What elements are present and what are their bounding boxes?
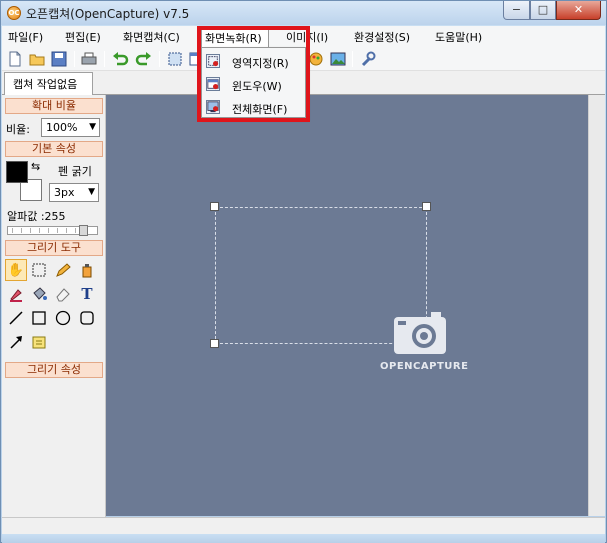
title-bar: OC 오픈캡쳐(OpenCapture) v7.5 − □ ✕ xyxy=(1,1,606,25)
vertical-scrollbar[interactable] xyxy=(588,95,605,516)
menu-settings[interactable]: 환경설정(S) xyxy=(354,29,410,45)
draw-props-section-header: 그리기 속성 xyxy=(5,362,103,378)
slider-tick xyxy=(21,228,22,233)
close-button[interactable]: ✕ xyxy=(556,1,601,20)
ellipse-tool-icon[interactable] xyxy=(52,307,74,329)
pen-width-value: 3px xyxy=(54,186,75,199)
slider-tick xyxy=(12,228,13,233)
toolbar-separator xyxy=(352,51,353,67)
foreground-color-swatch[interactable] xyxy=(6,161,28,183)
marker-tool-icon[interactable] xyxy=(5,283,27,305)
spray-tool-icon[interactable] xyxy=(76,259,98,281)
toolbar-separator xyxy=(74,51,75,67)
rounded-rectangle-tool-icon[interactable] xyxy=(76,307,98,329)
tools-section-header: 그리기 도구 xyxy=(5,240,103,256)
chevron-down-icon: ▼ xyxy=(89,122,96,132)
undo-icon[interactable] xyxy=(111,50,129,68)
pen-width-select[interactable]: 3px ▼ xyxy=(49,183,99,202)
hand-tool-icon[interactable]: ✋ xyxy=(5,259,27,281)
toolbar-separator xyxy=(159,51,160,67)
alpha-label: 알파값 :255 xyxy=(7,210,66,223)
open-folder-icon[interactable] xyxy=(28,50,46,68)
fill-bucket-tool-icon[interactable] xyxy=(28,283,50,305)
new-icon[interactable] xyxy=(6,50,24,68)
slider-tick xyxy=(75,228,76,233)
maximize-button[interactable]: □ xyxy=(530,1,556,20)
resize-handle xyxy=(422,202,431,211)
tab-capture[interactable]: 캡쳐 작업없음 xyxy=(4,72,93,96)
text-tool-icon[interactable]: T xyxy=(76,283,98,305)
menu-edit[interactable]: 편집(E) xyxy=(65,29,101,45)
capture-canvas[interactable]: OPENCAPTURE xyxy=(106,95,588,516)
canvas-logo-text: OPENCAPTURE xyxy=(380,361,469,372)
slider-tick xyxy=(48,228,49,233)
select-tool-icon[interactable] xyxy=(28,259,50,281)
slider-tick xyxy=(57,228,58,233)
pen-width-label: 펜 굵기 xyxy=(58,165,92,178)
status-bar xyxy=(2,517,605,534)
left-panel: 확대 비율 비율: 100% ▼ 기본 속성 ⇆ 펜 굵기 3px ▼ 알파값 … xyxy=(2,95,106,517)
print-icon[interactable] xyxy=(80,50,98,68)
window-title: 오픈캡쳐(OpenCapture) v7.5 xyxy=(26,7,190,21)
camera-icon xyxy=(394,312,446,354)
capture-region-icon[interactable] xyxy=(166,50,184,68)
zoom-section-header: 확대 비율 xyxy=(5,98,103,114)
line-tool-icon[interactable] xyxy=(5,307,27,329)
menu-help[interactable]: 도움말(H) xyxy=(435,29,482,45)
alpha-slider[interactable] xyxy=(7,225,98,236)
slider-tick xyxy=(39,228,40,233)
menu-screen-capture[interactable]: 화면캡쳐(C) xyxy=(123,29,180,45)
zoom-label: 비율: xyxy=(6,123,30,136)
eraser-tool-icon[interactable] xyxy=(52,283,74,305)
slider-tick xyxy=(30,228,31,233)
wrench-icon[interactable] xyxy=(359,50,377,68)
redo-icon[interactable] xyxy=(135,50,153,68)
resize-handle xyxy=(210,202,219,211)
slider-tick xyxy=(66,228,67,233)
basic-section-header: 기본 속성 xyxy=(5,141,103,157)
arrow-tool-icon[interactable] xyxy=(5,331,27,353)
alpha-slider-thumb[interactable] xyxy=(79,225,88,236)
app-window: OC 오픈캡쳐(OpenCapture) v7.5 − □ ✕ 파일(F) 편집… xyxy=(0,0,607,543)
note-tool-icon[interactable] xyxy=(28,331,50,353)
minimize-button[interactable]: − xyxy=(503,1,530,20)
toolbar-separator xyxy=(104,51,105,67)
save-icon[interactable] xyxy=(50,50,68,68)
resize-handle xyxy=(210,339,219,348)
pencil-tool-icon[interactable] xyxy=(52,259,74,281)
swap-colors-icon[interactable]: ⇆ xyxy=(31,160,40,173)
image-icon[interactable] xyxy=(329,50,347,68)
rectangle-tool-icon[interactable] xyxy=(28,307,50,329)
menu-file[interactable]: 파일(F) xyxy=(8,29,43,45)
zoom-select[interactable]: 100% ▼ xyxy=(41,118,100,137)
app-logo-icon: OC xyxy=(7,6,21,20)
window-bottom-border xyxy=(2,534,605,543)
highlight-box xyxy=(197,26,310,122)
chevron-down-icon: ▼ xyxy=(88,187,95,197)
zoom-value: 100% xyxy=(46,121,78,134)
